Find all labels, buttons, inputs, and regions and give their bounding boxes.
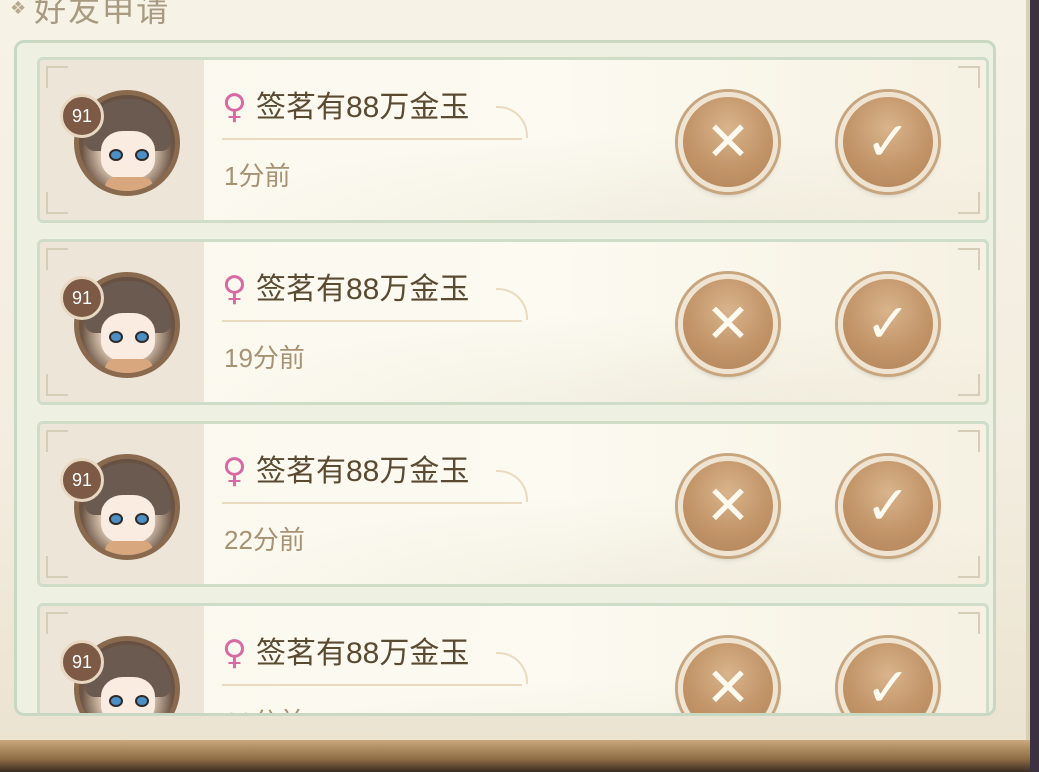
level-badge: 91 [60, 94, 104, 138]
request-time: 1分前 [224, 161, 291, 191]
check-icon: ✓ [865, 110, 911, 173]
background-edge [1030, 0, 1039, 772]
close-icon: ✕ [705, 656, 751, 716]
female-icon: ♀ [222, 269, 247, 309]
request-time: 23分前 [224, 702, 305, 713]
reject-button[interactable]: ✕ [678, 92, 778, 192]
check-icon: ✓ [865, 474, 911, 537]
reject-button[interactable]: ✕ [678, 456, 778, 556]
request-card: 91 ♀ 签茗有88万金玉 23分前 ✕ ✓ [37, 603, 989, 716]
reject-button[interactable]: ✕ [678, 274, 778, 374]
panel-bottom-border [0, 740, 1030, 772]
player-name: 签茗有88万金玉 [256, 455, 470, 488]
level-badge: 91 [60, 458, 104, 502]
request-time: 22分前 [224, 525, 305, 555]
accept-button[interactable]: ✓ [838, 92, 938, 192]
request-card: 91 ♀ 签茗有88万金玉 1分前 ✕ ✓ [37, 57, 989, 223]
friend-request-panel: ❖ 好友申请 91 ♀ 签茗有88万金玉 1分前 ✕ ✓ 91 ♀ 签茗有88万… [0, 0, 1030, 760]
reject-button[interactable]: ✕ [678, 638, 778, 716]
diamond-icon: ❖ [10, 0, 27, 19]
accept-button[interactable]: ✓ [838, 638, 938, 716]
panel-header: ❖ 好友申请 [10, 0, 171, 29]
close-icon: ✕ [705, 474, 751, 537]
level-badge: 91 [60, 276, 104, 320]
request-list-frame[interactable]: 91 ♀ 签茗有88万金玉 1分前 ✕ ✓ 91 ♀ 签茗有88万金玉 19分前… [14, 40, 996, 716]
request-time: 19分前 [224, 343, 305, 373]
level-badge: 91 [60, 640, 104, 684]
request-card: 91 ♀ 签茗有88万金玉 19分前 ✕ ✓ [37, 239, 989, 405]
player-name: 签茗有88万金玉 [256, 637, 470, 670]
accept-button[interactable]: ✓ [838, 274, 938, 374]
panel-title: 好友申请 [34, 0, 171, 29]
request-card: 91 ♀ 签茗有88万金玉 22分前 ✕ ✓ [37, 421, 989, 587]
close-icon: ✕ [705, 110, 751, 173]
female-icon: ♀ [222, 633, 247, 673]
player-name: 签茗有88万金玉 [256, 273, 470, 306]
accept-button[interactable]: ✓ [838, 456, 938, 556]
check-icon: ✓ [865, 656, 911, 716]
close-icon: ✕ [705, 292, 751, 355]
female-icon: ♀ [222, 451, 247, 491]
female-icon: ♀ [222, 87, 247, 127]
player-name: 签茗有88万金玉 [256, 91, 470, 124]
check-icon: ✓ [865, 292, 911, 355]
